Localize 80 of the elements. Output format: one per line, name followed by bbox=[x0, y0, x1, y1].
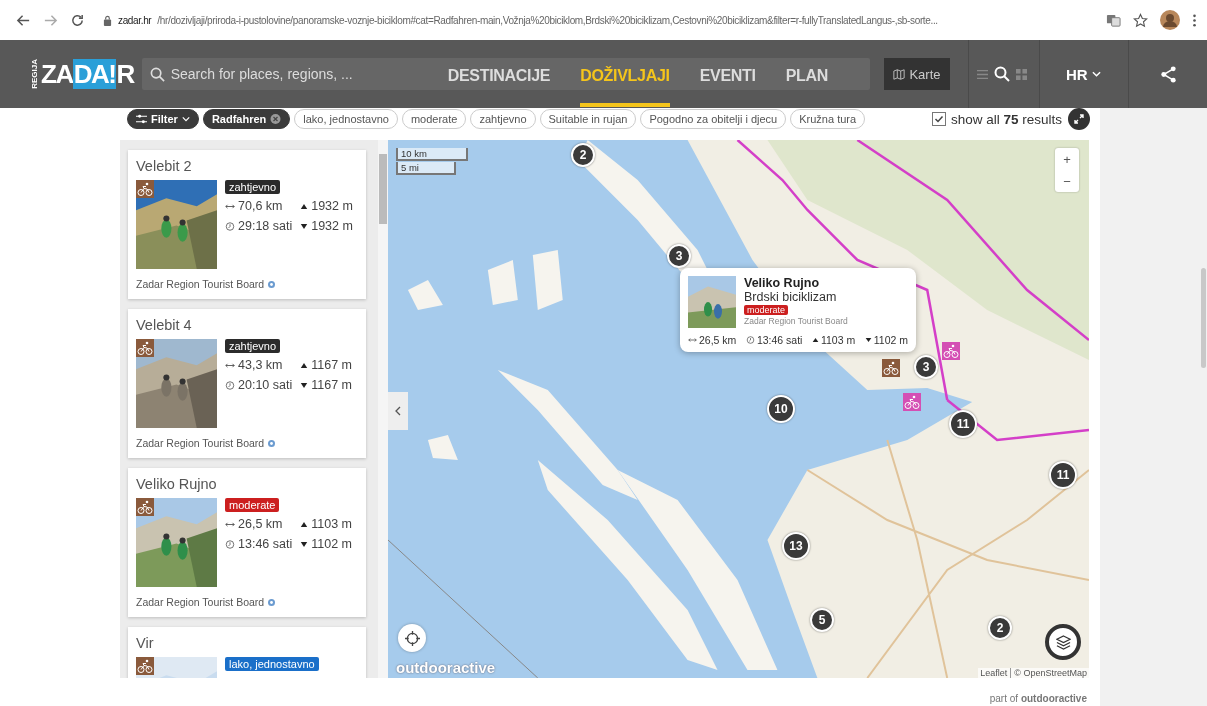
menu-icon[interactable] bbox=[1192, 12, 1197, 28]
results-label: show all 75 results bbox=[950, 111, 1062, 127]
star-icon[interactable] bbox=[1133, 12, 1148, 28]
language-dropdown[interactable]: HR bbox=[1060, 64, 1110, 84]
duration-text: 29:18 sati bbox=[225, 219, 293, 233]
site-logo[interactable]: REGIJA ZADA!R bbox=[30, 59, 134, 89]
reload-icon[interactable] bbox=[70, 12, 85, 28]
author-text: Zadar Region Tourist Board bbox=[136, 596, 358, 608]
filter-chip[interactable]: Suitable in rujan bbox=[539, 109, 637, 129]
tour-card[interactable]: Vir lako, jednostavno bbox=[128, 627, 366, 678]
verified-icon bbox=[268, 280, 276, 288]
tour-card[interactable]: Velebit 4 zahtjevno 43,3 km 1167 m 20:10 sati 1167 m Zadar Region Tourist Board bbox=[128, 309, 366, 458]
map-button[interactable]: Karte bbox=[884, 58, 950, 90]
descent-icon bbox=[300, 540, 309, 548]
filter-chip[interactable]: Pogodno za obitelji i djecu bbox=[640, 109, 787, 129]
duration-text: 13:46 sati bbox=[225, 537, 293, 551]
tour-title: Velebit 4 bbox=[136, 317, 193, 333]
tour-card[interactable]: Veliko Rujno moderate 26,5 km 1103 m 13:46 sati 1102 m Zadar Region Tourist Board bbox=[128, 468, 366, 617]
tour-title: Veliko Rujno bbox=[136, 476, 218, 492]
clock-icon bbox=[225, 380, 235, 390]
caret-icon bbox=[1091, 71, 1101, 77]
descent-text: 1167 m bbox=[300, 378, 352, 392]
tour-card[interactable]: Velebit 2 zahtjevno 70,6 km 1932 m 29:18 sati 1932 m Zadar Region Tourist Board bbox=[128, 150, 366, 299]
bike-icon bbox=[136, 339, 154, 357]
clock-icon bbox=[225, 539, 235, 549]
verified-icon bbox=[268, 439, 276, 447]
tour-title: Velebit 2 bbox=[136, 158, 193, 174]
ascent-icon bbox=[300, 361, 309, 369]
duration-text: 20:10 sati bbox=[225, 378, 293, 392]
translate-icon[interactable] bbox=[1106, 12, 1121, 28]
ascent-text: 1932 m bbox=[300, 199, 353, 213]
filter-chip[interactable]: moderate bbox=[401, 109, 467, 129]
share-icon[interactable] bbox=[1159, 65, 1177, 83]
scrollbar[interactable] bbox=[378, 140, 388, 678]
bike-icon bbox=[136, 498, 154, 516]
difficulty-label: lako, jednostavno bbox=[225, 657, 319, 671]
remove-icon[interactable] bbox=[270, 114, 282, 124]
difficulty-label: zahtjevno bbox=[225, 180, 281, 194]
distance-text: 43,3 km bbox=[225, 358, 293, 372]
search-icon bbox=[149, 66, 165, 82]
tour-title: Vir bbox=[136, 635, 155, 651]
nav-link[interactable]: DESTINACIJE bbox=[447, 61, 551, 107]
distance-text: 70,6 km bbox=[225, 199, 293, 213]
search-icon[interactable] bbox=[994, 66, 1010, 82]
author-text: Zadar Region Tourist Board bbox=[136, 278, 358, 290]
nav-link[interactable]: EVENTI bbox=[699, 61, 756, 107]
verified-icon bbox=[268, 598, 276, 606]
descent-icon bbox=[300, 222, 309, 230]
bike-icon bbox=[136, 180, 154, 198]
descent-text: 1102 m bbox=[300, 537, 352, 551]
filter-chip[interactable]: Radfahren bbox=[202, 109, 291, 129]
ascent-icon bbox=[300, 520, 309, 528]
filter-chip[interactable]: zahtjevno bbox=[470, 109, 536, 129]
fullscreen-button[interactable] bbox=[1068, 108, 1090, 130]
ascent-text: 1103 m bbox=[300, 517, 352, 531]
filter-chip[interactable]: lako, jednostavno bbox=[294, 109, 398, 129]
descent-text: 1932 m bbox=[300, 219, 353, 233]
ascent-text: 1167 m bbox=[300, 358, 352, 372]
ascent-icon bbox=[300, 202, 309, 210]
expand-icon bbox=[1074, 114, 1084, 124]
address-field[interactable]: zadar.hr /hr/dozivljaji/priroda-i-pustolovine/panoramske-voznje-biciklom#cat=Radfahren-main,Vožnja%20biciklom,Brdski%20biciklizam,Cestovni%20biciklizam&filter=r-fullyTranslatedLangus-,sb-sorte... bbox=[97, 10, 1094, 30]
sliders-icon bbox=[136, 114, 147, 124]
search-field[interactable]: Search for places, regions, ... bbox=[170, 66, 381, 82]
avatar-icon[interactable] bbox=[1160, 10, 1180, 30]
lock-icon bbox=[103, 14, 112, 26]
checkbox[interactable] bbox=[931, 112, 946, 126]
nav-link[interactable]: PLAN bbox=[785, 61, 828, 107]
difficulty-label: moderate bbox=[225, 498, 280, 512]
caret-icon bbox=[181, 116, 190, 122]
filter-chip[interactable]: Kružna tura bbox=[790, 109, 866, 129]
difficulty-label: zahtjevno bbox=[225, 339, 281, 353]
bike-icon bbox=[136, 657, 154, 675]
descent-icon bbox=[300, 381, 309, 389]
footer-text: part of outdooractive bbox=[989, 693, 1087, 706]
author-text: Zadar Region Tourist Board bbox=[136, 437, 358, 449]
distance-text: 26,5 km bbox=[225, 517, 293, 531]
clock-icon bbox=[225, 221, 235, 231]
map-icon bbox=[893, 68, 906, 80]
check-icon bbox=[933, 114, 944, 124]
filter-button[interactable]: Filter bbox=[127, 109, 199, 129]
